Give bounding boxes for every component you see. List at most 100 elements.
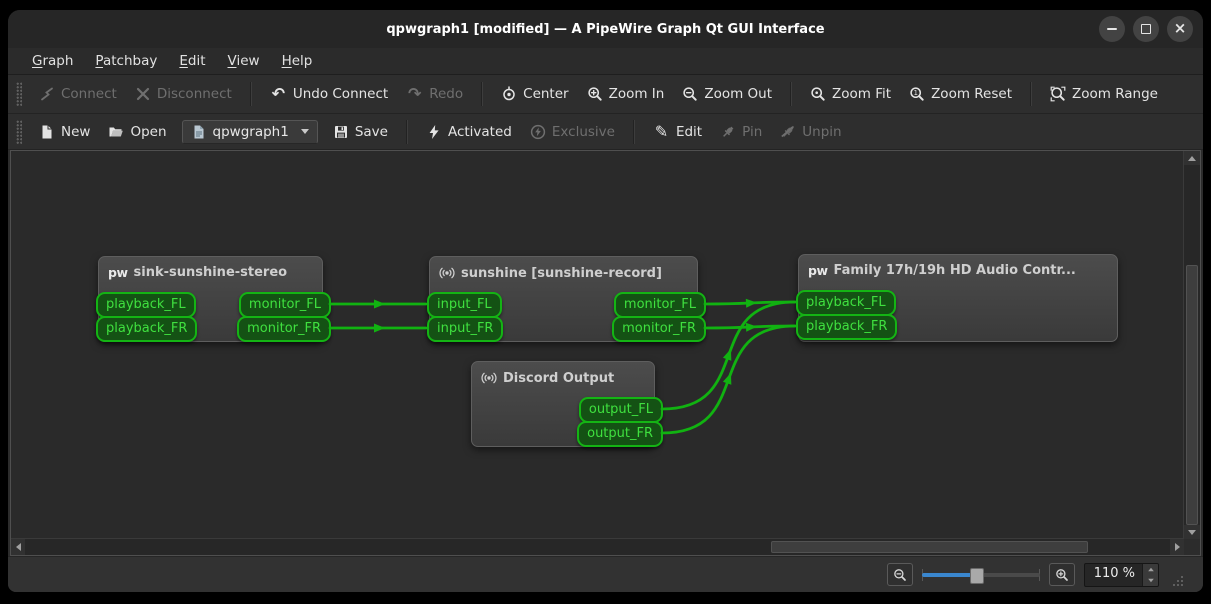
edge-arrow-icon: [723, 373, 731, 385]
edge-arrow-icon: [746, 299, 757, 308]
input-port-input_FL[interactable]: input_FL: [427, 292, 502, 318]
button-label: Edit: [676, 124, 702, 140]
undo-connect-button[interactable]: ↶Undo Connect: [261, 82, 397, 106]
zoom-in-icon: [1055, 568, 1069, 582]
pipewire-icon: pw: [808, 263, 828, 278]
save-button[interactable]: Save: [324, 120, 397, 144]
graph-canvas[interactable]: pwsink-sunshine-stereoplayback_FLplaybac…: [11, 151, 1184, 539]
node-title-text: sunshine [sunshine-record]: [461, 266, 662, 281]
input-port-playback_FL[interactable]: playback_FL: [796, 290, 896, 316]
menu-patchbay[interactable]: Patchbay: [85, 51, 167, 71]
center-icon: [501, 86, 517, 102]
toolbar-separator: [633, 120, 635, 144]
button-label: Zoom Fit: [832, 86, 891, 102]
zoom-reset-button[interactable]: 1 Zoom Reset: [900, 82, 1021, 106]
edge-arrow-icon: [374, 300, 385, 309]
scroll-down-button[interactable]: [1184, 525, 1200, 539]
connection-edge[interactable]: [705, 326, 795, 328]
pin-button: Pin: [711, 120, 771, 144]
output-port-monitor_FL[interactable]: monitor_FL: [614, 292, 706, 318]
zoom-step-up-button[interactable]: [1143, 564, 1158, 575]
close-icon: ×: [1174, 21, 1187, 36]
zoom-range-button[interactable]: Zoom Range: [1041, 82, 1167, 106]
zoom-step-down-button[interactable]: [1143, 575, 1158, 586]
maximize-button[interactable]: [1133, 16, 1159, 42]
node-sink-sunshine-stereo[interactable]: pw sink-sunshine-stereo playback_FLplaybac…: [98, 256, 323, 342]
menu-graph[interactable]: Graph: [22, 51, 83, 71]
edge-arrow-icon: [746, 323, 757, 332]
horizontal-scrollbar[interactable]: [11, 538, 1184, 555]
node-sunshine[interactable]: sunshine [sunshine-record] input_FLinput_…: [429, 256, 698, 342]
edit-button[interactable]: ✎Edit: [644, 120, 711, 144]
zoom-value[interactable]: 110 %: [1085, 564, 1142, 586]
vertical-scroll-thumb[interactable]: [1186, 265, 1198, 525]
output-port-monitor_FL[interactable]: monitor_FL: [239, 292, 331, 318]
scroll-up-button[interactable]: [1184, 151, 1200, 165]
connect-button: Connect: [30, 82, 126, 106]
scroll-right-button[interactable]: [1170, 539, 1184, 555]
zoom-in-icon: [587, 86, 603, 102]
open-button[interactable]: Open: [99, 120, 175, 144]
button-label: Save: [355, 124, 388, 140]
input-port-playback_FR[interactable]: playback_FR: [96, 316, 197, 342]
toolbar-separator: [481, 82, 483, 106]
zoom-slider-handle[interactable]: [970, 568, 984, 584]
input-port-playback_FR[interactable]: playback_FR: [796, 314, 897, 340]
zoom-reset-icon: 1: [909, 86, 925, 102]
input-port-playback_FL[interactable]: playback_FL: [96, 292, 196, 318]
node-title-text: sink-sunshine-stereo: [134, 265, 288, 280]
output-port-monitor_FR[interactable]: monitor_FR: [612, 316, 706, 342]
button-label: Undo Connect: [293, 86, 388, 102]
scrollbar-corner: [1184, 539, 1200, 555]
menu-edit[interactable]: Edit: [169, 51, 215, 71]
disconnect-button: Disconnect: [126, 82, 241, 106]
button-label: Zoom Out: [704, 86, 772, 102]
zoom-fit-button[interactable]: Zoom Fit: [801, 82, 900, 106]
node-discord-output[interactable]: Discord Outputoutput_FLoutput_FR: [471, 361, 655, 447]
minimize-button[interactable]: [1099, 16, 1125, 42]
node-title: pwFamily 17h/19h HD Audio Contr...: [799, 255, 1117, 278]
arrow-left-icon: [16, 543, 21, 551]
new-button[interactable]: New: [30, 120, 99, 144]
output-port-monitor_FR[interactable]: monitor_FR: [237, 316, 331, 342]
scroll-left-button[interactable]: [11, 539, 25, 555]
graph-canvas-frame: pwsink-sunshine-stereoplayback_FLplaybac…: [10, 150, 1201, 556]
edge-arrow-icon: [374, 324, 385, 333]
window-controls: ×: [1099, 16, 1193, 42]
pipewire-icon: pw: [108, 265, 128, 280]
output-port-output_FR[interactable]: output_FR: [577, 421, 663, 447]
center-button[interactable]: Center: [492, 82, 577, 106]
zoom-in-button[interactable]: Zoom In: [578, 82, 674, 106]
vertical-scrollbar[interactable]: [1183, 151, 1200, 539]
menu-view[interactable]: View: [218, 51, 270, 71]
zoom-out-button[interactable]: Zoom Out: [673, 82, 781, 106]
arrow-right-icon: [1175, 543, 1180, 551]
zoom-in-button[interactable]: [1049, 563, 1075, 586]
pin-icon: [720, 124, 736, 140]
patchbay-selector-combobox[interactable]: qpwgraph1: [182, 120, 318, 144]
node-title-text: Discord Output: [503, 371, 614, 386]
node-title: pw sink-sunshine-stereo: [99, 257, 322, 280]
zoom-spinbox[interactable]: 110 %: [1084, 563, 1159, 587]
button-label: Zoom Range: [1072, 86, 1158, 102]
toolbar-drag-handle[interactable]: [16, 120, 22, 144]
connection-edge[interactable]: [705, 302, 795, 304]
titlebar[interactable]: qpwgraph1 [modified] — A PipeWire Graph …: [8, 10, 1203, 48]
connection-edge[interactable]: [662, 326, 795, 433]
resize-grip[interactable]: [1172, 575, 1185, 588]
horizontal-scroll-thumb[interactable]: [771, 541, 1088, 553]
input-port-input_FR[interactable]: input_FR: [427, 316, 503, 342]
activated-button[interactable]: Activated: [417, 120, 521, 144]
open-folder-icon: [108, 124, 124, 140]
button-label: Zoom Reset: [931, 86, 1012, 102]
toolbar-separator: [790, 82, 792, 106]
zoom-range-icon: [1050, 86, 1066, 102]
close-button[interactable]: ×: [1167, 16, 1193, 42]
output-port-output_FL[interactable]: output_FL: [579, 397, 663, 423]
node-family-audio[interactable]: pwFamily 17h/19h HD Audio Contr... playba…: [798, 254, 1118, 342]
zoom-slider[interactable]: [922, 565, 1040, 585]
toolbar-drag-handle[interactable]: [16, 82, 22, 106]
zoom-out-button[interactable]: [887, 563, 913, 586]
menu-help[interactable]: Help: [272, 51, 323, 71]
toolbar-separator: [250, 82, 252, 106]
